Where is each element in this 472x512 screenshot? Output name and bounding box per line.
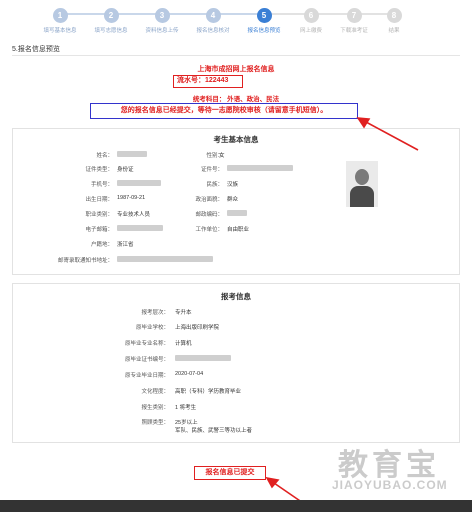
bottom-bar xyxy=(0,500,472,512)
arrow-to-notice-head xyxy=(356,117,371,129)
arrow-to-notice xyxy=(365,121,419,151)
annotation-arrows xyxy=(265,117,419,506)
arrow-to-submitted-head xyxy=(265,476,280,489)
